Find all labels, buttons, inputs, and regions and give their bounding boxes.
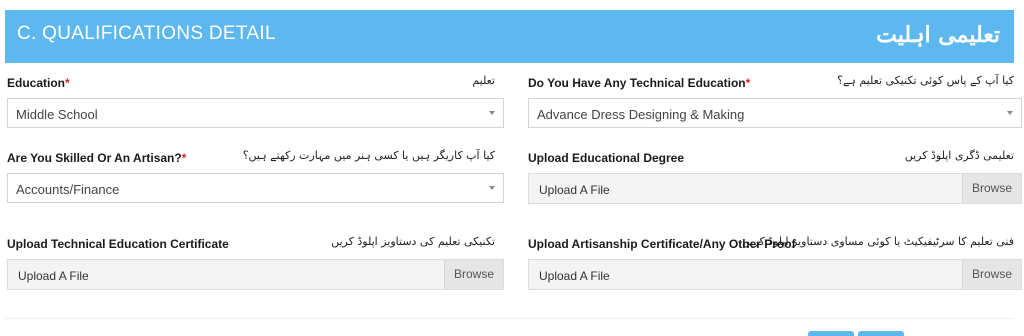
- file-placeholder: Upload A File: [18, 269, 89, 283]
- technical-education-label: Do You Have Any Technical Education*: [528, 76, 750, 90]
- file-placeholder: Upload A File: [539, 269, 610, 283]
- skilled-select[interactable]: Accounts/Finance: [7, 173, 504, 203]
- next-button[interactable]: [858, 331, 904, 336]
- required-mark: *: [181, 151, 187, 165]
- artisanship-certificate-file-input[interactable]: Upload A File Browse: [528, 259, 1022, 290]
- file-placeholder: Upload A File: [539, 183, 610, 197]
- section-header: C. QUALIFICATIONS DETAIL تعلیمی اہلیت: [5, 10, 1014, 63]
- education-value: Middle School: [16, 107, 98, 122]
- skilled-value: Accounts/Finance: [16, 182, 120, 197]
- educational-degree-label-urdu: تعلیمی ڈگری اپلوڈ کریں: [904, 149, 1014, 162]
- skilled-label-text: Are You Skilled Or An Artisan?: [7, 151, 182, 165]
- educational-degree-file-input[interactable]: Upload A File Browse: [528, 173, 1022, 204]
- chevron-down-icon: [1007, 111, 1013, 115]
- section-title-urdu: تعلیمی اہلیت: [876, 22, 1000, 48]
- browse-button[interactable]: Browse: [444, 260, 503, 289]
- required-mark: *: [745, 76, 751, 90]
- chevron-down-icon: [489, 186, 495, 190]
- browse-button[interactable]: Browse: [962, 174, 1021, 203]
- education-select[interactable]: Middle School: [7, 98, 504, 128]
- technical-certificate-label: Upload Technical Education Certificate: [7, 237, 229, 251]
- browse-button[interactable]: Browse: [962, 260, 1021, 289]
- technical-education-label-text: Do You Have Any Technical Education: [528, 76, 746, 90]
- technical-certificate-file-input[interactable]: Upload A File Browse: [7, 259, 504, 290]
- education-label: Education*: [7, 76, 70, 90]
- educational-degree-label: Upload Educational Degree: [528, 151, 685, 165]
- skilled-label: Are You Skilled Or An Artisan?*: [7, 151, 186, 165]
- chevron-down-icon: [489, 111, 495, 115]
- education-label-urdu: تعلیم: [472, 74, 495, 87]
- section-divider: [5, 318, 1014, 319]
- technical-certificate-label-urdu: تکنیکی تعلیم کی دستاویز اپلوڈ کریں: [331, 235, 495, 248]
- required-mark: *: [65, 76, 70, 90]
- previous-button[interactable]: [808, 331, 854, 336]
- technical-education-value: Advance Dress Designing & Making: [537, 107, 745, 122]
- artisanship-certificate-label-urdu: فنی تعلیم کا سرٹیفیکیٹ یا کوئی مساوی دست…: [741, 235, 1014, 248]
- technical-education-select[interactable]: Advance Dress Designing & Making: [528, 98, 1022, 128]
- education-label-text: Education: [7, 76, 66, 90]
- technical-education-label-urdu: کیا آپ کے پاس کوئی تکنیکی تعلیم ہے؟: [837, 74, 1014, 87]
- skilled-label-urdu: کیا آپ کاریگر ہیں یا کسی ہنر میں مہارت ر…: [242, 149, 495, 162]
- section-title: C. QUALIFICATIONS DETAIL: [17, 23, 276, 44]
